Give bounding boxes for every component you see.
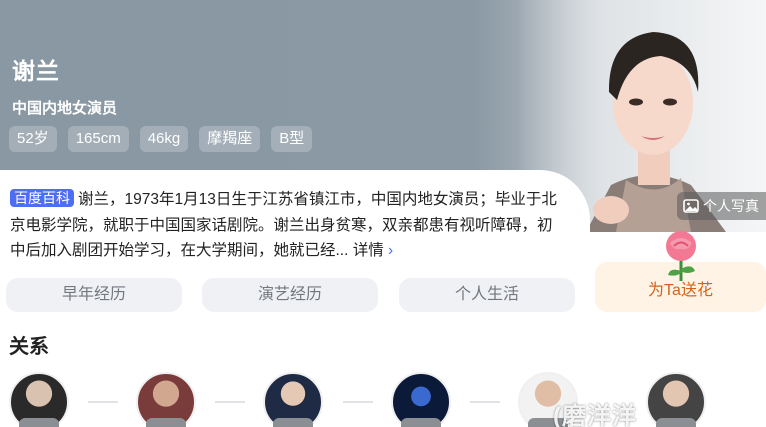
relations-title: 关系 [9, 336, 49, 358]
personal-photos-button[interactable]: 个人写真 [677, 192, 766, 220]
relation-divider [215, 401, 245, 403]
tab-acting-career[interactable]: 演艺经历 [202, 278, 378, 312]
relation-label [19, 418, 59, 427]
relation-divider [343, 401, 373, 403]
intro-summary: 谢兰，1973年1月13日生于江苏省镇江市，中国内地女演员；毕业于北京电影学院，… [10, 191, 557, 259]
tag-height: 165cm [67, 126, 129, 152]
person-name: 谢兰 [12, 58, 60, 84]
person-occupation: 中国内地女演员 [12, 100, 118, 117]
watermark-logo: ( [553, 403, 562, 427]
intro-text: 百度百科 谢兰，1973年1月13日生于江苏省镇江市，中国内地女演员；毕业于北京电… [10, 187, 566, 264]
image-icon [683, 199, 699, 213]
tab-personal-life[interactable]: 个人生活 [399, 278, 575, 312]
relation-label [273, 418, 313, 427]
tag-zodiac: 摩羯座 [199, 126, 261, 152]
tab-early-life[interactable]: 早年经历 [6, 278, 182, 312]
profile-tags: 52岁 165cm 46kg 摩羯座 B型 [9, 126, 313, 152]
relation-label [401, 418, 441, 427]
relation-divider [88, 401, 118, 403]
watermark: (磨洋洋 [553, 396, 637, 427]
details-link[interactable]: 详情 › [353, 242, 393, 259]
baike-badge[interactable]: 百度百科 [10, 189, 74, 207]
watermark-text: 磨洋洋 [562, 403, 637, 427]
chevron-right-icon: › [383, 242, 394, 259]
details-link-label: 详情 [352, 242, 384, 259]
relation-label [656, 418, 696, 427]
tag-age: 52岁 [9, 126, 57, 152]
relation-label [146, 418, 186, 427]
rose-icon [666, 231, 696, 281]
tag-weight: 46kg [139, 126, 189, 152]
relation-divider [470, 401, 500, 403]
personal-photos-label: 个人写真 [703, 198, 759, 214]
tag-blood-type: B型 [271, 126, 313, 152]
